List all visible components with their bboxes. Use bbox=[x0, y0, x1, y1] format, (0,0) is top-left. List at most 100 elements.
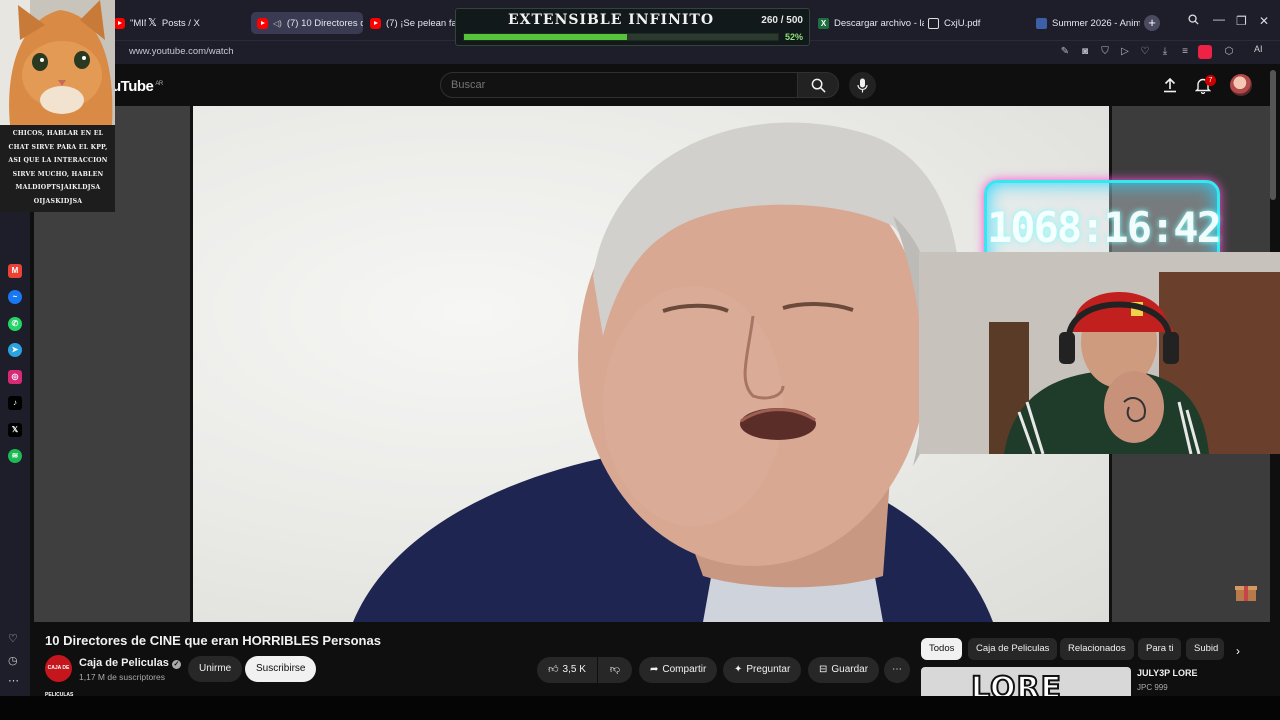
edit-icon[interactable]: ✎ bbox=[1058, 45, 1072, 59]
recommended-title[interactable]: JULY3P LORE bbox=[1137, 668, 1198, 678]
heart-icon[interactable]: ♡ bbox=[8, 632, 18, 645]
document-icon bbox=[928, 17, 939, 29]
streamer-webcam bbox=[919, 252, 1280, 454]
extensible-overlay: EXTENSIBLE INFINITO 260 / 500 52% bbox=[455, 8, 810, 46]
browser-tab[interactable]: (7) ¡Se pelean farmea bbox=[364, 12, 456, 34]
thumbs-down-icon: 👎︎ bbox=[609, 664, 621, 675]
browser-tab[interactable]: Summer 2026 - Anime - bbox=[1030, 12, 1140, 34]
more-icon[interactable]: ⋯ bbox=[8, 674, 19, 687]
close-window-button[interactable]: ✕ bbox=[1259, 14, 1269, 28]
profile-icon[interactable] bbox=[1198, 45, 1212, 59]
new-tab-button[interactable]: + bbox=[1144, 15, 1160, 31]
history-icon[interactable]: ◷ bbox=[8, 654, 18, 667]
shield-icon[interactable]: ⛉ bbox=[1098, 45, 1112, 59]
webcam-image bbox=[919, 252, 1280, 454]
extensible-progress-fill bbox=[464, 34, 628, 40]
share-icon: ➦ bbox=[650, 664, 659, 675]
chip-todos[interactable]: Todos bbox=[921, 638, 963, 660]
browser-tab[interactable]: X Descargar archivo - la co bbox=[812, 12, 924, 34]
save-button[interactable]: ⊟ Guardar bbox=[808, 657, 880, 683]
whatsapp-icon[interactable]: ✆ bbox=[8, 317, 22, 331]
voice-search-button[interactable] bbox=[849, 72, 876, 99]
upload-icon[interactable] bbox=[1162, 77, 1178, 93]
like-button[interactable]: 👍︎ 3,5 K bbox=[537, 657, 597, 683]
search-tabs-icon[interactable] bbox=[1188, 14, 1199, 28]
spotify-icon[interactable]: ≋ bbox=[8, 449, 22, 463]
minimize-button[interactable]: — bbox=[1213, 12, 1225, 26]
youtube-icon bbox=[370, 17, 381, 29]
recommended-channel: JPC 999 bbox=[1137, 683, 1168, 692]
cat-image bbox=[0, 0, 115, 125]
chip-for-you[interactable]: Para ti bbox=[1138, 638, 1182, 660]
save-label: Guardar bbox=[831, 664, 869, 675]
tiktok-icon[interactable]: ♪ bbox=[8, 396, 22, 410]
bottom-strip bbox=[0, 696, 1280, 720]
gmail-icon[interactable]: M bbox=[8, 264, 22, 278]
x-icon: 𝕏 bbox=[148, 16, 157, 29]
chip-related[interactable]: Relacionados bbox=[1060, 638, 1134, 660]
tab-label: CxjU.pdf bbox=[944, 17, 981, 29]
video-title: 10 Directores de CINE que eran HORRIBLES… bbox=[45, 633, 381, 648]
cat-message: CHICOS, HABLAR EN EL CHAT SIRVE PARA EL … bbox=[8, 130, 108, 205]
microphone-icon bbox=[857, 78, 868, 93]
channel-avatar[interactable]: CAJA DE PELICULAS bbox=[45, 655, 73, 698]
more-actions-button[interactable]: ⋯ bbox=[884, 657, 910, 683]
ai-button[interactable]: AI bbox=[1254, 44, 1263, 54]
subscribe-button[interactable]: Suscribirse bbox=[245, 656, 317, 682]
speaker-icon: ◁) bbox=[273, 18, 282, 28]
sparkle-icon: ✦ bbox=[734, 664, 743, 675]
ask-label: Preguntar bbox=[746, 664, 791, 675]
instagram-icon[interactable]: ◎ bbox=[8, 370, 22, 384]
x-icon[interactable]: 𝕏 bbox=[8, 423, 22, 437]
ask-button[interactable]: ✦ Preguntar bbox=[723, 657, 802, 683]
thumbs-up-icon: 👍︎ bbox=[548, 664, 559, 675]
menu-icon[interactable]: ≡ bbox=[1178, 45, 1192, 59]
channel-name[interactable]: Caja de Peliculas ✓ bbox=[79, 657, 181, 669]
maximize-button[interactable]: ❐ bbox=[1236, 14, 1247, 28]
account-avatar[interactable] bbox=[1230, 74, 1252, 96]
verified-icon: ✓ bbox=[171, 660, 181, 669]
bookmark-icon: ⊟ bbox=[819, 664, 828, 675]
search-box[interactable] bbox=[440, 72, 798, 98]
telegram-icon[interactable]: ➤ bbox=[8, 343, 22, 357]
play-icon[interactable]: ▷ bbox=[1118, 45, 1132, 59]
share-label: Compartir bbox=[662, 664, 707, 675]
browser-tab-active[interactable]: ◁) (7) 10 Directores de C bbox=[251, 12, 363, 34]
gift-box-icon[interactable] bbox=[1234, 582, 1258, 602]
search-icon bbox=[811, 78, 826, 93]
camera-icon[interactable]: ◙ bbox=[1078, 45, 1092, 59]
tab-label: (7) ¡Se pelean farmea bbox=[386, 17, 456, 29]
extensible-title: EXTENSIBLE INFINITO bbox=[507, 12, 715, 28]
tab-label: Summer 2026 - Anime - bbox=[1052, 17, 1140, 29]
url-field[interactable]: www.youtube.com/watch bbox=[129, 46, 234, 57]
extensible-progress-bar bbox=[463, 33, 779, 41]
timer-text: 1068:16:42 bbox=[987, 203, 1222, 252]
join-button[interactable]: Unirme bbox=[188, 656, 243, 682]
extensible-count: 260 / 500 bbox=[761, 15, 803, 26]
dislike-button[interactable]: 👎︎ bbox=[598, 657, 632, 683]
chip-uploaded[interactable]: Subid bbox=[1186, 638, 1224, 660]
share-button[interactable]: ➦ Compartir bbox=[639, 657, 718, 683]
more-icon: ⋯ bbox=[892, 664, 902, 675]
extensible-percent: 52% bbox=[784, 32, 803, 42]
chip-channel[interactable]: Caja de Peliculas bbox=[968, 638, 1058, 660]
messenger-icon[interactable]: ~ bbox=[8, 290, 22, 304]
anime-site-icon bbox=[1036, 17, 1047, 29]
download-icon[interactable]: ⤓ bbox=[1158, 45, 1172, 59]
youtube-icon bbox=[257, 17, 268, 29]
heart-icon[interactable]: ♡ bbox=[1138, 45, 1152, 59]
chevron-right-icon[interactable]: › bbox=[1236, 644, 1240, 658]
browser-tab[interactable]: CxjU.pdf bbox=[922, 12, 1030, 34]
youtube-icon bbox=[114, 17, 125, 29]
cat-overlay: CHICOS, HABLAR EN EL CHAT SIRVE PARA EL … bbox=[0, 0, 115, 212]
region-label: AR bbox=[155, 81, 163, 87]
youtube-logo[interactable]: uTube AR bbox=[112, 78, 163, 95]
browser-tab[interactable]: 𝕏 Posts / X bbox=[142, 12, 247, 34]
tab-label: Descargar archivo - la co bbox=[834, 17, 924, 29]
search-input[interactable] bbox=[451, 79, 781, 91]
search-button[interactable] bbox=[797, 72, 839, 98]
extension-icon[interactable]: ⬡ bbox=[1222, 45, 1236, 59]
page-scrollbar[interactable] bbox=[1270, 70, 1276, 200]
like-count: 3,5 K bbox=[562, 664, 586, 675]
youtube-header: uTubeAR 7 bbox=[0, 64, 1280, 106]
